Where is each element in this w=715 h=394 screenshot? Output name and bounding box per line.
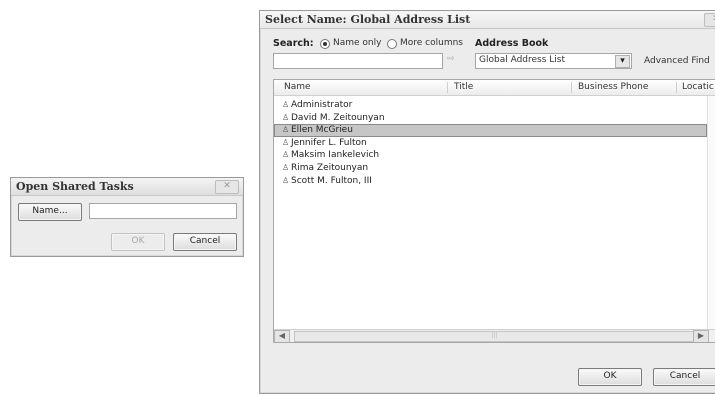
- contact-row[interactable]: ♙ Administrator: [274, 99, 715, 112]
- close-icon[interactable]: ✕: [215, 180, 239, 194]
- address-book-value: Global Address List: [479, 55, 566, 65]
- address-book-dropdown[interactable]: Global Address List ▾: [475, 53, 632, 69]
- contact-row[interactable]: ♙ David M. Zeitounyan: [274, 112, 715, 125]
- column-separator: [447, 82, 448, 93]
- name-field[interactable]: [89, 203, 237, 219]
- title-bar: Select Name: Global Address List ✕: [260, 11, 715, 29]
- scroll-thumb[interactable]: |||: [294, 331, 695, 342]
- contact-row[interactable]: ♙ Rima Zeitounyan: [274, 162, 715, 175]
- contact-list[interactable]: Name Title Business Phone Locatic ♙ Admin…: [273, 79, 715, 343]
- search-input[interactable]: [273, 53, 443, 69]
- scroll-left-icon[interactable]: ◀: [274, 330, 290, 342]
- column-title[interactable]: Title: [454, 82, 473, 92]
- cancel-button[interactable]: Cancel: [653, 368, 715, 386]
- contact-row[interactable]: ♙ Jennifer L. Fulton: [274, 137, 715, 150]
- person-icon: ♙: [282, 150, 290, 160]
- name-only-label[interactable]: Name only: [333, 38, 381, 48]
- person-icon: ♙: [282, 112, 290, 122]
- person-icon: ♙: [282, 175, 290, 185]
- column-location[interactable]: Locatic: [682, 82, 714, 92]
- title-bar: Open Shared Tasks ✕: [11, 178, 243, 196]
- scroll-right-icon[interactable]: ▶: [693, 330, 709, 342]
- person-icon: ♙: [282, 100, 290, 109]
- dialog-title: Open Shared Tasks: [16, 180, 134, 193]
- person-icon: ♙: [282, 162, 290, 172]
- chevron-down-icon[interactable]: ▾: [615, 55, 630, 68]
- ok-button[interactable]: OK: [111, 233, 165, 251]
- dialog-title: Select Name: Global Address List: [265, 13, 471, 26]
- contact-row[interactable]: ♙ Maksim Iankelevich: [274, 149, 715, 162]
- select-name-dialog: Select Name: Global Address List ✕ Searc…: [259, 10, 715, 394]
- contact-row-selected[interactable]: ♙ Ellen McGrieu: [274, 124, 707, 137]
- close-icon[interactable]: ✕: [704, 13, 715, 27]
- cancel-button[interactable]: Cancel: [173, 233, 237, 251]
- person-icon: ♙: [282, 137, 290, 147]
- open-shared-tasks-dialog: Open Shared Tasks ✕ Name... OK Cancel: [10, 177, 244, 257]
- go-arrow-icon[interactable]: ⇨: [447, 54, 455, 64]
- address-book-label: Address Book: [475, 38, 549, 49]
- name-button[interactable]: Name...: [18, 203, 82, 221]
- column-separator: [676, 82, 677, 93]
- column-header: Name Title Business Phone Locatic: [274, 80, 715, 96]
- contact-row[interactable]: ♙ Scott M. Fulton, III: [274, 175, 715, 188]
- more-columns-radio[interactable]: [387, 39, 397, 49]
- column-name[interactable]: Name: [284, 82, 311, 92]
- person-icon: ♙: [282, 125, 290, 135]
- column-separator: [571, 82, 572, 93]
- horizontal-scrollbar[interactable]: ◀ ||| ▶: [274, 329, 715, 342]
- advanced-find-link[interactable]: Advanced Find: [644, 56, 710, 66]
- ok-button[interactable]: OK: [578, 368, 642, 386]
- contact-rows: ♙ Administrator ♙ David M. Zeitounyan ♙ Ell…: [274, 99, 715, 187]
- name-only-radio[interactable]: [320, 39, 330, 49]
- search-label: Search:: [273, 38, 314, 49]
- more-columns-label[interactable]: More columns: [400, 38, 463, 48]
- column-business-phone[interactable]: Business Phone: [578, 82, 648, 92]
